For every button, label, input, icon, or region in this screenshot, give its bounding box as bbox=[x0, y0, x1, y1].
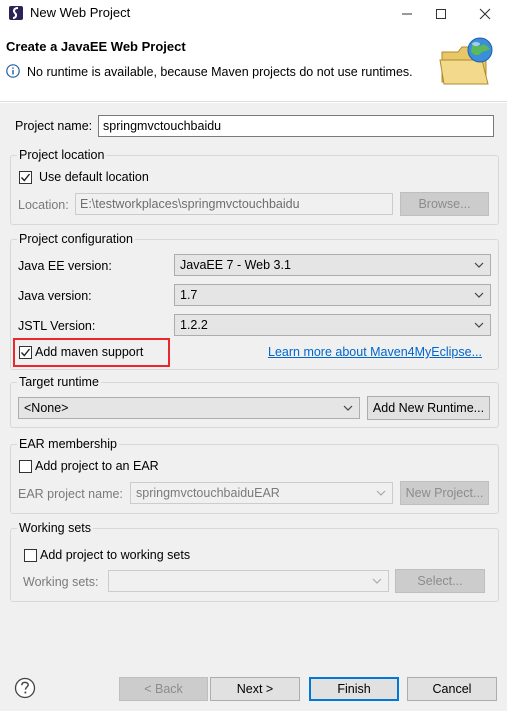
add-to-ear-checkbox[interactable] bbox=[19, 460, 32, 473]
wizard-title: Create a JavaEE Web Project bbox=[6, 39, 186, 54]
finish-button[interactable]: Finish bbox=[309, 677, 399, 701]
ear-project-name-label: EAR project name: bbox=[18, 487, 123, 501]
wizard-message: No runtime is available, because Maven p… bbox=[27, 65, 413, 79]
jstl-version-select[interactable]: 1.2.2 bbox=[174, 314, 491, 336]
add-to-ear-label: Add project to an EAR bbox=[35, 459, 159, 473]
java-version-select[interactable]: 1.7 bbox=[174, 284, 491, 306]
eclipse-icon bbox=[8, 5, 24, 21]
working-sets-legend: Working sets bbox=[17, 521, 94, 535]
location-label: Location: bbox=[18, 198, 69, 212]
add-new-runtime-button[interactable]: Add New Runtime... bbox=[367, 396, 490, 420]
close-button[interactable] bbox=[465, 0, 505, 28]
working-sets-label: Working sets: bbox=[23, 575, 99, 589]
add-maven-support-label: Add maven support bbox=[35, 345, 144, 359]
chevron-down-icon bbox=[343, 405, 353, 411]
working-sets-select[interactable] bbox=[108, 570, 389, 592]
info-icon bbox=[6, 64, 20, 78]
ear-membership-legend: EAR membership bbox=[17, 437, 119, 451]
maven-learn-more-link[interactable]: Learn more about Maven4MyEclipse... bbox=[268, 345, 482, 359]
select-working-sets-button[interactable]: Select... bbox=[395, 569, 485, 593]
folder-globe-icon bbox=[438, 34, 498, 90]
java-version-value: 1.7 bbox=[180, 288, 198, 302]
checkmark-icon bbox=[20, 348, 31, 357]
next-button[interactable]: Next > bbox=[210, 677, 300, 701]
target-runtime-select[interactable]: <None> bbox=[18, 397, 360, 419]
target-runtime-value: <None> bbox=[24, 401, 69, 415]
jstl-version-label: JSTL Version: bbox=[18, 319, 96, 333]
jstl-version-value: 1.2.2 bbox=[180, 318, 208, 332]
add-maven-support-checkbox[interactable] bbox=[19, 346, 32, 359]
window-title: New Web Project bbox=[30, 5, 131, 20]
maximize-icon bbox=[436, 9, 446, 19]
chevron-down-icon bbox=[376, 490, 386, 496]
javaee-version-value: JavaEE 7 - Web 3.1 bbox=[180, 258, 291, 272]
use-default-location-label: Use default location bbox=[39, 170, 149, 184]
maximize-button[interactable] bbox=[421, 0, 461, 28]
ear-project-name-value: springmvctouchbaiduEAR bbox=[136, 486, 280, 500]
project-name-label: Project name: bbox=[15, 119, 93, 133]
location-input[interactable]: E:\testworkplaces\springmvctouchbaidu bbox=[75, 193, 393, 215]
javaee-version-select[interactable]: JavaEE 7 - Web 3.1 bbox=[174, 254, 491, 276]
back-button[interactable]: < Back bbox=[119, 677, 208, 701]
use-default-location-checkbox[interactable] bbox=[19, 171, 32, 184]
java-version-label: Java version: bbox=[18, 289, 92, 303]
target-runtime-legend: Target runtime bbox=[17, 375, 101, 389]
chevron-down-icon bbox=[474, 292, 484, 298]
close-icon bbox=[479, 8, 491, 20]
ear-project-name-select[interactable]: springmvctouchbaiduEAR bbox=[130, 482, 393, 504]
browse-button[interactable]: Browse... bbox=[400, 192, 489, 216]
add-to-working-sets-label: Add project to working sets bbox=[40, 548, 191, 562]
help-icon[interactable] bbox=[14, 677, 36, 699]
javaee-version-label: Java EE version: bbox=[18, 259, 112, 273]
project-name-input[interactable]: springmvctouchbaidu bbox=[98, 115, 494, 137]
checkmark-icon bbox=[20, 173, 31, 182]
add-to-working-sets-checkbox[interactable] bbox=[24, 549, 37, 562]
chevron-down-icon bbox=[474, 322, 484, 328]
chevron-down-icon bbox=[372, 578, 382, 584]
project-location-legend: Project location bbox=[17, 148, 107, 162]
new-ear-project-button[interactable]: New Project... bbox=[400, 481, 489, 505]
chevron-down-icon bbox=[474, 262, 484, 268]
project-configuration-legend: Project configuration bbox=[17, 232, 135, 246]
cancel-button[interactable]: Cancel bbox=[407, 677, 497, 701]
minimize-icon bbox=[402, 13, 412, 15]
